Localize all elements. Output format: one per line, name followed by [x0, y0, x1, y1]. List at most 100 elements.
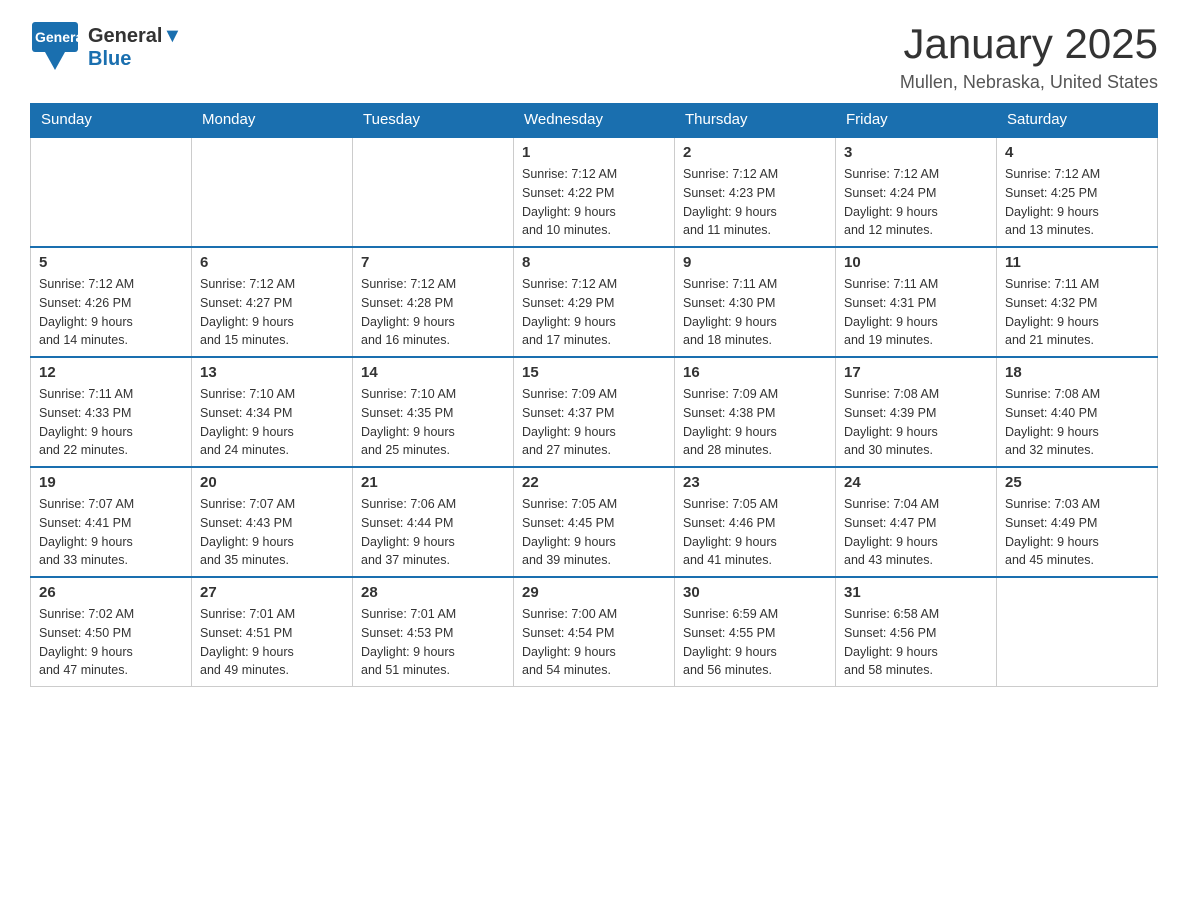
day-info-23: Sunrise: 7:05 AM Sunset: 4:46 PM Dayligh…	[683, 495, 827, 570]
page-header: General General▼ Blue January 2025 Mulle…	[30, 20, 1158, 93]
day-info-21: Sunrise: 7:06 AM Sunset: 4:44 PM Dayligh…	[361, 495, 505, 570]
day-number-19: 19	[39, 474, 183, 491]
day-cell-20: 20Sunrise: 7:07 AM Sunset: 4:43 PM Dayli…	[192, 467, 353, 577]
header-day-saturday: Saturday	[997, 103, 1158, 137]
svg-text:General: General	[35, 29, 80, 45]
logo-text-blue: Blue	[88, 48, 182, 71]
day-cell-9: 9Sunrise: 7:11 AM Sunset: 4:30 PM Daylig…	[675, 247, 836, 357]
day-number-11: 11	[1005, 254, 1149, 271]
empty-cell	[192, 137, 353, 247]
day-cell-21: 21Sunrise: 7:06 AM Sunset: 4:44 PM Dayli…	[353, 467, 514, 577]
location: Mullen, Nebraska, United States	[900, 72, 1158, 93]
logo-svg: General	[30, 20, 80, 75]
day-info-15: Sunrise: 7:09 AM Sunset: 4:37 PM Dayligh…	[522, 385, 666, 460]
day-number-23: 23	[683, 474, 827, 491]
week-row-4: 19 Sunrise: 7:07 AM Sunset: 4:41 PM Dayli…	[31, 467, 1158, 577]
day-info-12: Sunrise: 7:11 AM Sunset: 4:33 PM Dayligh…	[39, 385, 183, 460]
header-day-thursday: Thursday	[675, 103, 836, 137]
day-number-28: 28	[361, 584, 505, 601]
day-number-31: 31	[844, 584, 988, 601]
day-info-5: Sunrise: 7:12 AM Sunset: 4:26 PM Dayligh…	[39, 275, 183, 350]
day-info-19: Sunrise: 7:07 AM Sunset: 4:41 PM Dayligh…	[39, 495, 183, 570]
title-section: January 2025 Mullen, Nebraska, United St…	[900, 20, 1158, 93]
day-info-8: Sunrise: 7:12 AM Sunset: 4:29 PM Dayligh…	[522, 275, 666, 350]
calendar-header: SundayMondayTuesdayWednesdayThursdayFrid…	[31, 103, 1158, 137]
day-info-28: Sunrise: 7:01 AM Sunset: 4:53 PM Dayligh…	[361, 605, 505, 680]
header-day-sunday: Sunday	[31, 103, 192, 137]
day-cell-2: 2Sunrise: 7:12 AM Sunset: 4:23 PM Daylig…	[675, 137, 836, 247]
day-number-25: 25	[1005, 474, 1149, 491]
day-number-26: 26	[39, 584, 183, 601]
empty-cell	[31, 137, 192, 247]
day-number-16: 16	[683, 364, 827, 381]
day-cell-24: 24 Sunrise: 7:04 AM Sunset: 4:47 PM Dayli…	[836, 467, 997, 577]
day-cell-14: 14 Sunrise: 7:10 AM Sunset: 4:35 PM Dayli…	[353, 357, 514, 467]
day-number-6: 6	[200, 254, 344, 271]
day-info-9: Sunrise: 7:11 AM Sunset: 4:30 PM Dayligh…	[683, 275, 827, 350]
day-info-4: Sunrise: 7:12 AM Sunset: 4:25 PM Dayligh…	[1005, 165, 1149, 240]
day-info-26: Sunrise: 7:02 AM Sunset: 4:50 PM Dayligh…	[39, 605, 183, 680]
day-number-14: 14	[361, 364, 505, 381]
header-day-monday: Monday	[192, 103, 353, 137]
day-info-3: Sunrise: 7:12 AM Sunset: 4:24 PM Dayligh…	[844, 165, 988, 240]
day-number-29: 29	[522, 584, 666, 601]
day-info-11: Sunrise: 7:11 AM Sunset: 4:32 PM Dayligh…	[1005, 275, 1149, 350]
day-cell-4: 4 Sunrise: 7:12 AM Sunset: 4:25 PM Daylig…	[997, 137, 1158, 247]
day-cell-31: 31 Sunrise: 6:58 AM Sunset: 4:56 PM Dayli…	[836, 577, 997, 687]
day-cell-12: 12Sunrise: 7:11 AM Sunset: 4:33 PM Dayli…	[31, 357, 192, 467]
day-cell-18: 18 Sunrise: 7:08 AM Sunset: 4:40 PM Dayli…	[997, 357, 1158, 467]
day-info-1: Sunrise: 7:12 AM Sunset: 4:22 PM Dayligh…	[522, 165, 666, 240]
day-cell-7: 7 Sunrise: 7:12 AM Sunset: 4:28 PM Daylig…	[353, 247, 514, 357]
day-cell-27: 27 Sunrise: 7:01 AM Sunset: 4:51 PM Dayli…	[192, 577, 353, 687]
month-title: January 2025	[900, 20, 1158, 68]
day-info-22: Sunrise: 7:05 AM Sunset: 4:45 PM Dayligh…	[522, 495, 666, 570]
day-cell-8: 8 Sunrise: 7:12 AM Sunset: 4:29 PM Daylig…	[514, 247, 675, 357]
day-info-24: Sunrise: 7:04 AM Sunset: 4:47 PM Dayligh…	[844, 495, 988, 570]
day-cell-10: 10Sunrise: 7:11 AM Sunset: 4:31 PM Dayli…	[836, 247, 997, 357]
day-number-30: 30	[683, 584, 827, 601]
day-info-29: Sunrise: 7:00 AM Sunset: 4:54 PM Dayligh…	[522, 605, 666, 680]
header-day-tuesday: Tuesday	[353, 103, 514, 137]
day-info-14: Sunrise: 7:10 AM Sunset: 4:35 PM Dayligh…	[361, 385, 505, 460]
day-number-18: 18	[1005, 364, 1149, 381]
day-number-17: 17	[844, 364, 988, 381]
day-info-17: Sunrise: 7:08 AM Sunset: 4:39 PM Dayligh…	[844, 385, 988, 460]
day-number-1: 1	[522, 144, 666, 161]
day-info-20: Sunrise: 7:07 AM Sunset: 4:43 PM Dayligh…	[200, 495, 344, 570]
day-number-15: 15	[522, 364, 666, 381]
day-info-31: Sunrise: 6:58 AM Sunset: 4:56 PM Dayligh…	[844, 605, 988, 680]
day-number-10: 10	[844, 254, 988, 271]
calendar-body: 1 Sunrise: 7:12 AM Sunset: 4:22 PM Daylig…	[31, 137, 1158, 687]
day-info-27: Sunrise: 7:01 AM Sunset: 4:51 PM Dayligh…	[200, 605, 344, 680]
day-cell-29: 29 Sunrise: 7:00 AM Sunset: 4:54 PM Dayli…	[514, 577, 675, 687]
day-info-16: Sunrise: 7:09 AM Sunset: 4:38 PM Dayligh…	[683, 385, 827, 460]
day-info-18: Sunrise: 7:08 AM Sunset: 4:40 PM Dayligh…	[1005, 385, 1149, 460]
day-cell-19: 19 Sunrise: 7:07 AM Sunset: 4:41 PM Dayli…	[31, 467, 192, 577]
day-cell-11: 11 Sunrise: 7:11 AM Sunset: 4:32 PM Dayli…	[997, 247, 1158, 357]
day-cell-23: 23 Sunrise: 7:05 AM Sunset: 4:46 PM Dayli…	[675, 467, 836, 577]
day-number-8: 8	[522, 254, 666, 271]
empty-cell	[997, 577, 1158, 687]
day-number-13: 13	[200, 364, 344, 381]
day-info-30: Sunrise: 6:59 AM Sunset: 4:55 PM Dayligh…	[683, 605, 827, 680]
day-number-4: 4	[1005, 144, 1149, 161]
header-day-friday: Friday	[836, 103, 997, 137]
day-info-7: Sunrise: 7:12 AM Sunset: 4:28 PM Dayligh…	[361, 275, 505, 350]
day-cell-17: 17 Sunrise: 7:08 AM Sunset: 4:39 PM Dayli…	[836, 357, 997, 467]
week-row-1: 1 Sunrise: 7:12 AM Sunset: 4:22 PM Daylig…	[31, 137, 1158, 247]
day-number-27: 27	[200, 584, 344, 601]
header-row: SundayMondayTuesdayWednesdayThursdayFrid…	[31, 103, 1158, 137]
day-cell-5: 5Sunrise: 7:12 AM Sunset: 4:26 PM Daylig…	[31, 247, 192, 357]
day-info-6: Sunrise: 7:12 AM Sunset: 4:27 PM Dayligh…	[200, 275, 344, 350]
day-number-7: 7	[361, 254, 505, 271]
logo-icon: General	[30, 20, 80, 75]
calendar-table: SundayMondayTuesdayWednesdayThursdayFrid…	[30, 103, 1158, 687]
week-row-2: 5Sunrise: 7:12 AM Sunset: 4:26 PM Daylig…	[31, 247, 1158, 357]
day-cell-13: 13Sunrise: 7:10 AM Sunset: 4:34 PM Dayli…	[192, 357, 353, 467]
day-cell-28: 28 Sunrise: 7:01 AM Sunset: 4:53 PM Dayli…	[353, 577, 514, 687]
day-cell-6: 6 Sunrise: 7:12 AM Sunset: 4:27 PM Daylig…	[192, 247, 353, 357]
day-number-24: 24	[844, 474, 988, 491]
logo-text-general: General▼	[88, 25, 182, 48]
day-number-22: 22	[522, 474, 666, 491]
week-row-3: 12Sunrise: 7:11 AM Sunset: 4:33 PM Dayli…	[31, 357, 1158, 467]
